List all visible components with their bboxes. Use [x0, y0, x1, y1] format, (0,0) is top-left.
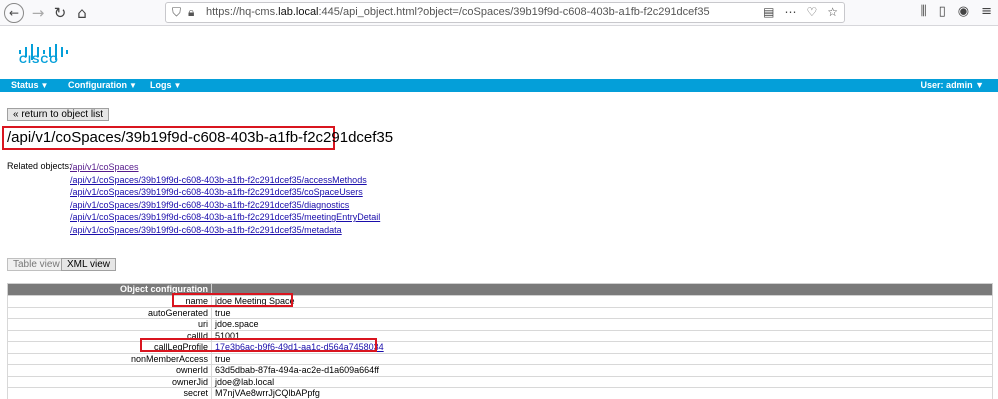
page-title: /api/v1/coSpaces/39b19f9d-c608-403b-a1fb… [2, 126, 393, 150]
row-value: M7njVAe8wrrJjCQlbAPpfg [211, 387, 993, 399]
table-row: secret M7njVAe8wrrJjCQlbAPpfg [7, 387, 993, 399]
row-key: uri [7, 318, 212, 331]
related-link-meeting-entry-detail[interactable]: /api/v1/coSpaces/39b19f9d-c608-403b-a1fb… [70, 211, 380, 224]
related-objects-list: /api/v1/coSpaces /api/v1/coSpaces/39b19f… [70, 161, 380, 236]
url-text[interactable]: https://hq-cms.lab.local:445/api_object.… [206, 6, 710, 18]
table-row: ownerId 63d5dbab-87fa-494a-ac2e-d1a609a6… [7, 364, 993, 377]
related-link-diagnostics[interactable]: /api/v1/coSpaces/39b19f9d-c608-403b-a1fb… [70, 199, 380, 212]
menu-icon[interactable]: ≡ [981, 4, 992, 19]
row-value: 63d5dbab-87fa-494a-ac2e-d1a609a664ff [211, 364, 993, 377]
name-highlight-box [172, 293, 293, 307]
row-value: jdoe Meeting Space [211, 295, 993, 308]
user-menu[interactable]: User: admin ▼ [921, 80, 984, 90]
browser-toolbar: ← → ↻ ⌂ ⛉ 🔒︎ https://hq-cms.lab.local:44… [0, 0, 998, 26]
xml-view-button[interactable]: XML view [61, 258, 116, 271]
back-arrow-icon[interactable]: ← [4, 3, 24, 23]
row-value: jdoe.space [211, 318, 993, 331]
call-leg-profile-highlight-box [140, 338, 377, 352]
main-menu-bar: Status ▼ Configuration ▼ Logs ▼ User: admin… [0, 79, 998, 92]
table-row: nonMemberAccess true [7, 352, 993, 365]
cisco-wordmark: CISCO [19, 54, 59, 66]
account-icon[interactable]: ◉ [958, 4, 969, 19]
forward-arrow-icon[interactable]: → [28, 3, 48, 23]
library-icon[interactable]: ⫼ [921, 4, 927, 19]
row-key: secret [7, 387, 212, 399]
more-actions-icon[interactable]: ⋯ [784, 5, 796, 19]
caret-down-icon: ▼ [173, 81, 182, 90]
row-value: true [211, 352, 993, 365]
related-link-access-methods[interactable]: /api/v1/coSpaces/39b19f9d-c608-403b-a1fb… [70, 174, 380, 187]
related-link-cospaces[interactable]: /api/v1/coSpaces [70, 161, 380, 174]
menu-status[interactable]: Status ▼ [11, 80, 48, 90]
caret-down-icon: ▼ [40, 81, 49, 90]
table-row: autoGenerated true [7, 306, 993, 319]
row-key: autoGenerated [7, 306, 212, 319]
table-row: uri jdoe.space [7, 318, 993, 331]
pocket-icon[interactable]: ♡ [806, 5, 817, 19]
bookmark-star-icon[interactable]: ☆ [827, 5, 838, 19]
sidebar-icon[interactable]: ▯ [939, 4, 946, 19]
row-key: nonMemberAccess [7, 352, 212, 365]
return-to-object-list-button[interactable]: « return to object list [7, 108, 110, 121]
caret-down-icon: ▼ [975, 80, 984, 90]
table-row: ownerJid jdoe@lab.local [7, 375, 993, 388]
caret-down-icon: ▼ [129, 81, 137, 90]
row-key: ownerId [7, 364, 212, 377]
home-icon[interactable]: ⌂ [72, 3, 92, 23]
reload-icon[interactable]: ↻ [50, 3, 70, 23]
menu-configuration[interactable]: Configuration ▼ [68, 80, 137, 90]
menu-logs[interactable]: Logs ▼ [150, 80, 181, 90]
row-key: ownerJid [7, 375, 212, 388]
address-bar[interactable]: ⛉ 🔒︎ https://hq-cms.lab.local:445/api_ob… [165, 2, 845, 23]
row-value: true [211, 306, 993, 319]
related-objects-label: Related objects: [7, 161, 72, 171]
row-value: jdoe@lab.local [211, 375, 993, 388]
table-row: name jdoe Meeting Space [7, 295, 993, 308]
table-view-button[interactable]: Table view [7, 258, 66, 271]
related-link-cospace-users[interactable]: /api/v1/coSpaces/39b19f9d-c608-403b-a1fb… [70, 186, 380, 199]
shield-icon[interactable]: ⛉ [172, 5, 181, 20]
related-link-metadata[interactable]: /api/v1/coSpaces/39b19f9d-c608-403b-a1fb… [70, 224, 380, 237]
lock-icon[interactable]: 🔒︎ [188, 5, 194, 20]
reader-view-icon[interactable]: ▤ [763, 5, 774, 19]
